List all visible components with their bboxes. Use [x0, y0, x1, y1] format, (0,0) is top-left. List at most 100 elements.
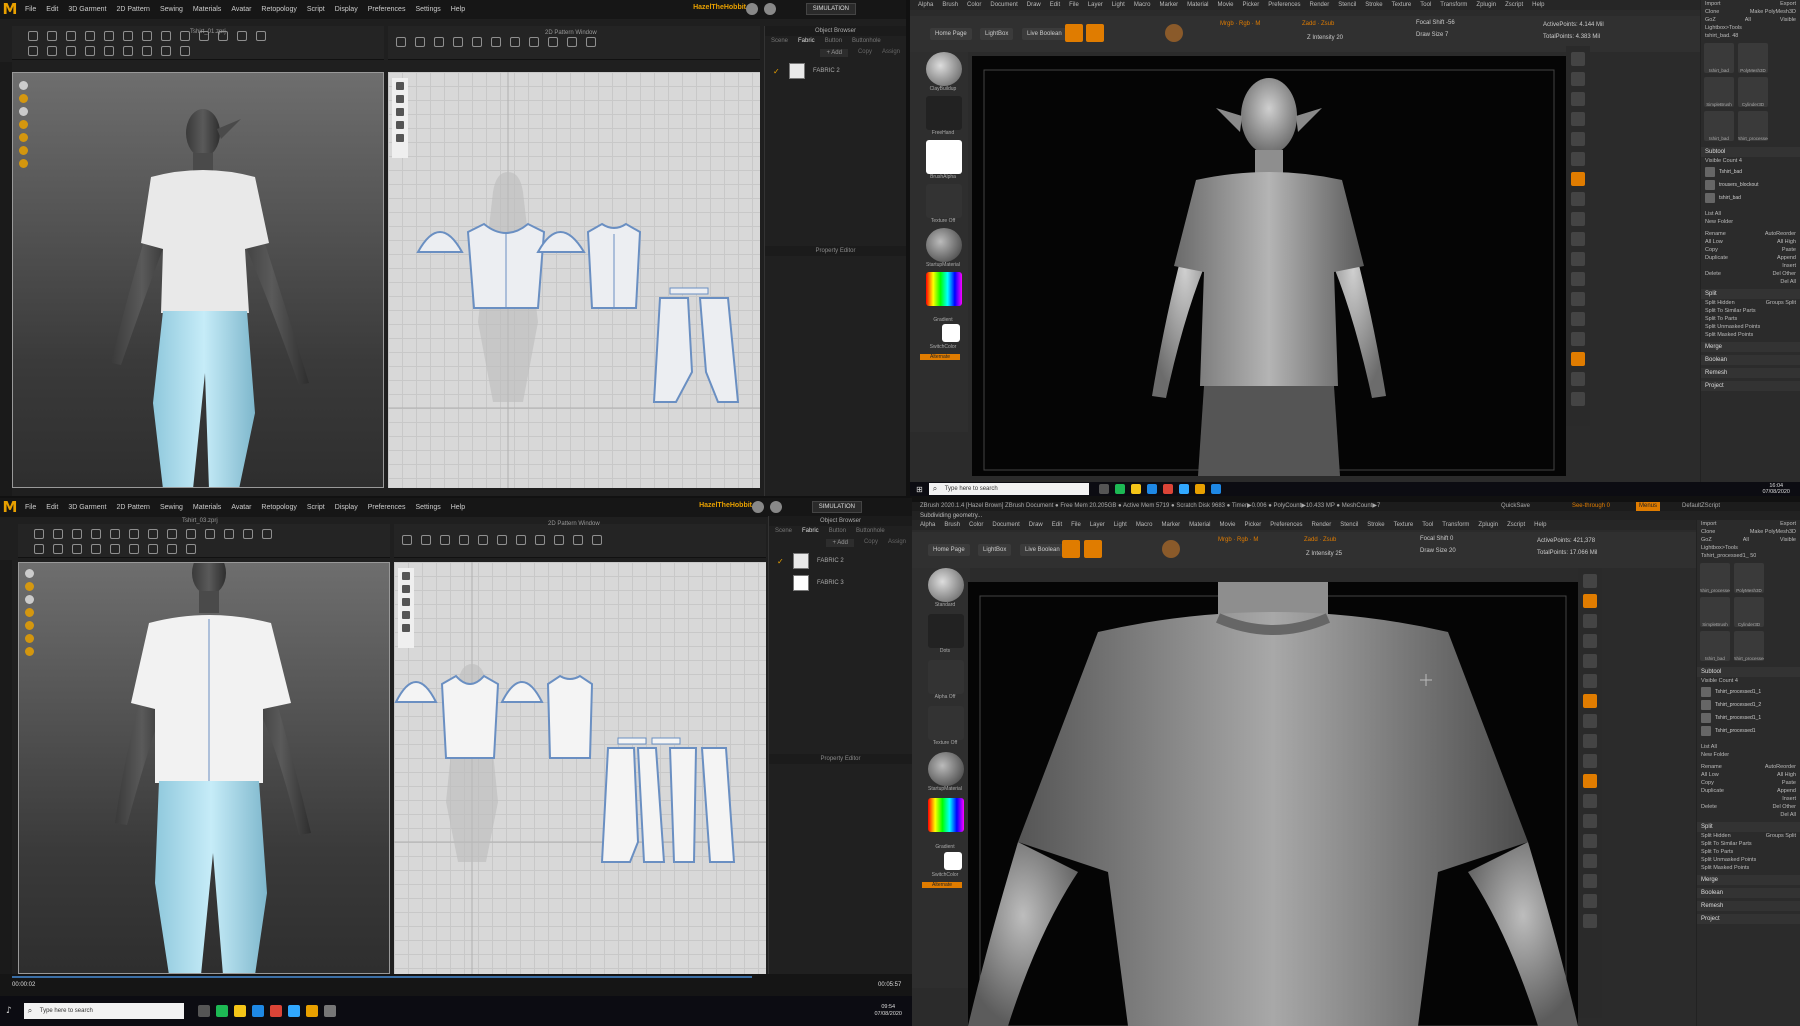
lightbox-tools-button[interactable]: Lightbox>Tools [1705, 25, 1742, 31]
solo-icon[interactable] [1583, 914, 1597, 928]
zb-menu-material[interactable]: Material [1189, 522, 1210, 528]
fabric-icon[interactable] [25, 608, 34, 617]
move-view-icon[interactable] [1571, 292, 1585, 306]
delete-button[interactable]: Delete [1701, 804, 1717, 810]
menu-3d-garment[interactable]: 3D Garment [68, 504, 106, 511]
fabric-item[interactable]: FABRIC 3 [769, 572, 912, 594]
z-intensity-slider[interactable]: Z Intensity 20 [1307, 35, 1343, 41]
avatar-icon[interactable] [25, 569, 34, 578]
insert-button[interactable]: Insert [1782, 263, 1796, 269]
paste-button[interactable]: Paste [1782, 780, 1796, 786]
zb-menu-layer[interactable]: Layer [1088, 2, 1103, 8]
menu-edit[interactable]: Edit [46, 504, 58, 511]
brush-icon[interactable] [110, 529, 120, 539]
split-similar-button[interactable]: Split To Similar Parts [1701, 841, 1752, 847]
tool-thumb[interactable]: Cylinder3D [1738, 77, 1768, 107]
marvelous-icon[interactable] [1194, 484, 1205, 494]
edit-mode-icon[interactable] [1062, 540, 1080, 558]
tool-thumb[interactable]: SimpleBrush [1700, 597, 1730, 627]
simulation-button[interactable]: SIMULATION [805, 3, 856, 15]
zb-menu-material[interactable]: Material [1187, 2, 1208, 8]
alpha-thumbnail[interactable] [928, 660, 964, 694]
spotify-icon[interactable] [1114, 484, 1125, 494]
alternate-button[interactable]: Alternate [922, 882, 962, 888]
zb-menu-brush[interactable]: Brush [942, 2, 958, 8]
merge-section[interactable]: Merge [1701, 342, 1800, 352]
zb-menu-alpha[interactable]: Alpha [918, 2, 933, 8]
2d-pattern-viewport[interactable] [388, 72, 760, 488]
pin-icon[interactable] [85, 31, 95, 41]
menu-help[interactable]: Help [451, 504, 465, 511]
sun-icon[interactable] [19, 159, 28, 168]
live-boolean-button[interactable]: Live Boolean [1022, 28, 1067, 40]
split-parts-button[interactable]: Split To Parts [1705, 316, 1737, 322]
tab-button[interactable]: Button [825, 38, 842, 44]
zb-menu-zscript[interactable]: Zscript [1505, 2, 1523, 8]
brush-thumbnail[interactable] [926, 52, 962, 86]
avatar-measure-icon[interactable] [28, 46, 38, 56]
all-high-button[interactable]: All High [1777, 239, 1796, 245]
stress-icon[interactable] [167, 544, 177, 554]
zbrush-icon[interactable] [323, 1005, 336, 1017]
button-icon[interactable] [186, 529, 196, 539]
export-button[interactable]: Export [1780, 521, 1796, 527]
boolean-section[interactable]: Boolean [1697, 888, 1800, 898]
tab-buttonhole[interactable]: Buttonhole [852, 38, 881, 44]
actual-icon[interactable] [1583, 654, 1597, 668]
zb-canvas[interactable] [968, 582, 1578, 1026]
zb-menu-tool[interactable]: Tool [1422, 522, 1433, 528]
taskbar-search[interactable]: Type here to search [23, 1003, 184, 1019]
subtool-item[interactable]: Tshirt_processed1_1 [1697, 685, 1800, 698]
clone-button[interactable]: Clone [1705, 9, 1719, 15]
polygon-icon[interactable] [472, 37, 482, 47]
copy-button[interactable]: Copy [1701, 780, 1714, 786]
zb-menu-movie[interactable]: Movie [1220, 522, 1236, 528]
task-view-icon[interactable] [197, 1005, 210, 1017]
color-picker[interactable] [928, 798, 964, 832]
menu-avatar[interactable]: Avatar [231, 6, 251, 13]
menu-script[interactable]: Script [307, 504, 325, 511]
spotify-icon[interactable] [215, 1005, 228, 1017]
tape-icon[interactable] [167, 529, 177, 539]
zipper-icon[interactable] [205, 529, 215, 539]
tool-thumb[interactable]: Cylinder3D [1734, 597, 1764, 627]
texture-thumbnail[interactable] [926, 184, 962, 218]
menu-2d-pattern[interactable]: 2D Pattern [116, 6, 149, 13]
z-intensity-slider[interactable]: Z Intensity 25 [1306, 551, 1342, 557]
split-unmasked-button[interactable]: Split Unmasked Points [1701, 857, 1756, 863]
brush-icon[interactable] [104, 31, 114, 41]
remesh-section[interactable]: Remesh [1697, 901, 1800, 911]
merge-section[interactable]: Merge [1697, 875, 1800, 885]
del-other-button[interactable]: Del Other [1772, 271, 1796, 277]
seam-allowance-icon[interactable] [592, 535, 602, 545]
menu-retopology[interactable]: Retopology [261, 504, 296, 511]
zb-menu-movie[interactable]: Movie [1218, 2, 1234, 8]
copy-fabric-button[interactable]: Copy [858, 49, 872, 57]
all-button[interactable]: All [1745, 17, 1751, 23]
photoshop-icon[interactable] [1178, 484, 1189, 494]
local-icon[interactable] [1583, 734, 1597, 748]
fold-icon[interactable] [66, 31, 76, 41]
duplicate-button[interactable]: Duplicate [1705, 255, 1728, 261]
all-low-button[interactable]: All Low [1705, 239, 1723, 245]
make-polymesh-button[interactable]: Make PolyMesh3D [1750, 529, 1796, 535]
material-ball-icon[interactable] [1162, 540, 1180, 558]
duplicate-button[interactable]: Duplicate [1701, 788, 1724, 794]
dart-icon[interactable] [548, 37, 558, 47]
texture-icon[interactable] [256, 31, 266, 41]
lsym-icon[interactable] [1583, 754, 1597, 768]
floor-icon[interactable] [1583, 714, 1597, 728]
edit-pattern-icon[interactable] [415, 37, 425, 47]
menu-display[interactable]: Display [335, 504, 358, 511]
transform-pattern-icon[interactable] [396, 37, 406, 47]
append-button[interactable]: Append [1777, 255, 1796, 261]
fit-icon[interactable] [180, 46, 190, 56]
curve-point-icon[interactable] [453, 37, 463, 47]
tool-thumb[interactable]: SimpleBrush [1704, 77, 1734, 107]
light-icon[interactable] [25, 634, 34, 643]
tab-scene[interactable]: Scene [775, 528, 792, 534]
visible-button[interactable]: Visible [1780, 537, 1796, 543]
graphic-icon[interactable] [243, 529, 253, 539]
zb-menu-color[interactable]: Color [969, 522, 983, 528]
delete-button[interactable]: Delete [1705, 271, 1721, 277]
